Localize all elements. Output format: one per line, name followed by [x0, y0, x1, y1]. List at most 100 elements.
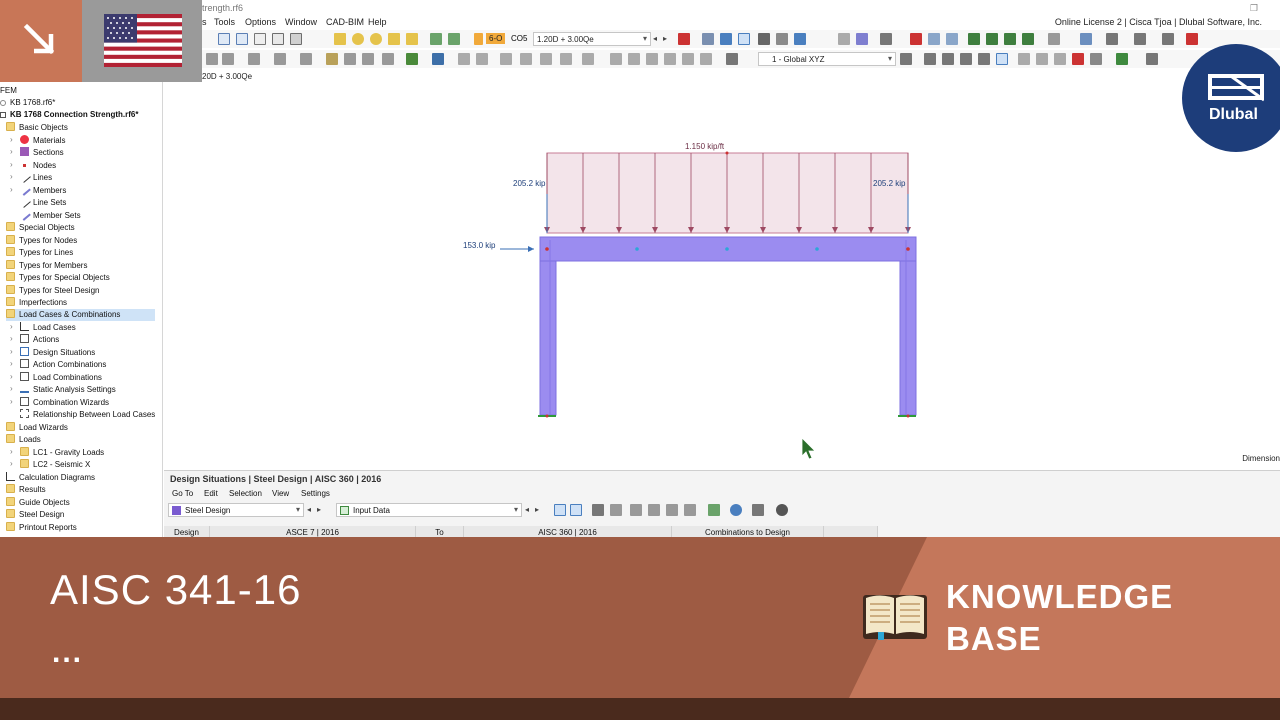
ucs-icon[interactable]: [726, 53, 738, 65]
node[interactable]: [725, 247, 729, 251]
nav-item-member-sets[interactable]: Member Sets: [18, 208, 81, 222]
nav-item-line-sets[interactable]: Line Sets: [18, 195, 66, 209]
camera-icon[interactable]: [1090, 53, 1102, 65]
member-icon[interactable]: [326, 53, 338, 65]
clipping-icon[interactable]: [880, 33, 892, 45]
expand-icon[interactable]: ›: [10, 334, 13, 343]
expand-icon[interactable]: ›: [10, 384, 13, 393]
scale-icon[interactable]: [300, 53, 312, 65]
grid-icon[interactable]: [430, 33, 442, 45]
nav-item-types-nodes[interactable]: Types for Nodes: [6, 235, 77, 247]
calculate-icon[interactable]: [352, 33, 364, 45]
nav-item-load-combinations[interactable]: Load Combinations: [20, 372, 102, 384]
nav-item-lc2[interactable]: LC2 - Seismic X: [20, 459, 90, 471]
node[interactable]: [545, 247, 549, 251]
globe-icon[interactable]: [730, 504, 742, 516]
filter-icon[interactable]: [570, 504, 582, 516]
filter-icon[interactable]: [702, 33, 714, 45]
nav-item-types-lines[interactable]: Types for Lines: [6, 247, 73, 259]
move-row-icon[interactable]: [666, 504, 678, 516]
object-snap-icon[interactable]: [942, 53, 954, 65]
view-box-icon[interactable]: [1116, 53, 1128, 65]
nav-item-sections[interactable]: Sections: [20, 147, 64, 159]
move-row-icon[interactable]: [684, 504, 696, 516]
snap-active-icon[interactable]: [996, 53, 1008, 65]
next-arrow-icon[interactable]: ▸: [317, 505, 321, 514]
left-column[interactable]: [539, 236, 557, 416]
image-icon[interactable]: [272, 33, 284, 45]
expand-icon[interactable]: ›: [10, 322, 13, 331]
support-node[interactable]: [545, 414, 549, 418]
edit-icon[interactable]: [592, 504, 604, 516]
panel-menu-selection[interactable]: Selection: [229, 489, 262, 498]
nav-item-imperfections[interactable]: Imperfections: [6, 297, 67, 309]
guide-icon[interactable]: [1018, 53, 1030, 65]
view-active-icon[interactable]: [738, 33, 750, 45]
snap-icon[interactable]: [1162, 33, 1174, 45]
panel-menu-view[interactable]: View: [272, 489, 289, 498]
panel-menu-goto[interactable]: Go To: [172, 489, 193, 498]
copy-icon[interactable]: [248, 53, 260, 65]
line-icon[interactable]: [432, 53, 444, 65]
nav-item-calculation-diagrams[interactable]: Calculation Diagrams: [6, 472, 95, 484]
right-column[interactable]: [899, 236, 917, 416]
nav-item-action-combinations[interactable]: Action Combinations: [20, 359, 106, 371]
tools-icon[interactable]: [1146, 53, 1158, 65]
menu-window[interactable]: Window: [285, 17, 317, 27]
menu-item-partial[interactable]: s: [202, 17, 207, 27]
node[interactable]: [906, 247, 910, 251]
nav-item-project-file[interactable]: KB 1768.rf6*: [0, 97, 55, 109]
nav-item-basic-objects[interactable]: Basic Objects: [6, 122, 68, 134]
coordinate-system-select[interactable]: 1 - Global XYZ ▾: [758, 52, 896, 66]
expand-icon[interactable]: ›: [10, 347, 13, 356]
dims-icon[interactable]: [838, 33, 850, 45]
opening-icon[interactable]: [458, 53, 470, 65]
delete-row-icon[interactable]: [648, 504, 660, 516]
support-icon[interactable]: [1004, 33, 1016, 45]
table-icon[interactable]: [406, 33, 418, 45]
nav-item-load-wizards[interactable]: Load Wizards: [6, 422, 68, 434]
layers-icon[interactable]: [448, 33, 460, 45]
view-icon[interactable]: [218, 33, 230, 45]
connect-icon[interactable]: [362, 53, 374, 65]
dim-icon[interactable]: [646, 53, 658, 65]
results-icon[interactable]: [370, 33, 382, 45]
print-icon[interactable]: [290, 33, 302, 45]
nav-item-load-cases[interactable]: Load Cases: [20, 322, 76, 334]
move-icon[interactable]: [206, 53, 218, 65]
page-icon[interactable]: [254, 33, 266, 45]
layer-icon[interactable]: [1080, 33, 1092, 45]
nav-item-members[interactable]: Members: [18, 183, 66, 197]
expand-icon[interactable]: ›: [10, 185, 13, 194]
cylinder-icon[interactable]: [540, 53, 552, 65]
expand-icon[interactable]: ›: [10, 135, 13, 144]
marker-icon[interactable]: [1186, 33, 1198, 45]
pick-icon[interactable]: [900, 53, 912, 65]
expand-icon[interactable]: ›: [10, 359, 13, 368]
export-icon[interactable]: [708, 504, 720, 516]
nav-item-types-special-objects[interactable]: Types for Special Objects: [6, 272, 110, 284]
delete-icon[interactable]: [678, 33, 690, 45]
nav-item-combination-wizards[interactable]: Combination Wizards: [20, 397, 109, 409]
dim-icon[interactable]: [610, 53, 622, 65]
node[interactable]: [635, 247, 639, 251]
expand-icon[interactable]: ›: [10, 172, 13, 181]
grid-snap-icon[interactable]: [924, 53, 936, 65]
dim-icon[interactable]: [700, 53, 712, 65]
next-arrow-icon[interactable]: ▸: [535, 505, 539, 514]
table-type-select[interactable]: Input Data ▾: [336, 503, 522, 517]
nav-item-types-steel-design[interactable]: Types for Steel Design: [6, 285, 99, 297]
menu-cad-bim[interactable]: CAD-BIM: [326, 17, 364, 27]
render-icon[interactable]: [794, 33, 806, 45]
polar-icon[interactable]: [978, 53, 990, 65]
prev-arrow-icon[interactable]: ◂: [525, 505, 529, 514]
dim-icon[interactable]: [664, 53, 676, 65]
cone-icon[interactable]: [582, 53, 594, 65]
module-select[interactable]: Steel Design ▾: [168, 503, 304, 517]
ortho-icon[interactable]: [960, 53, 972, 65]
nav-item-actions[interactable]: Actions: [20, 334, 59, 346]
nav-item-results[interactable]: Results: [6, 484, 46, 496]
prev-arrow-icon[interactable]: ◂: [307, 505, 311, 514]
nav-item-loads[interactable]: Loads: [6, 434, 41, 446]
panel-menu-edit[interactable]: Edit: [204, 489, 218, 498]
